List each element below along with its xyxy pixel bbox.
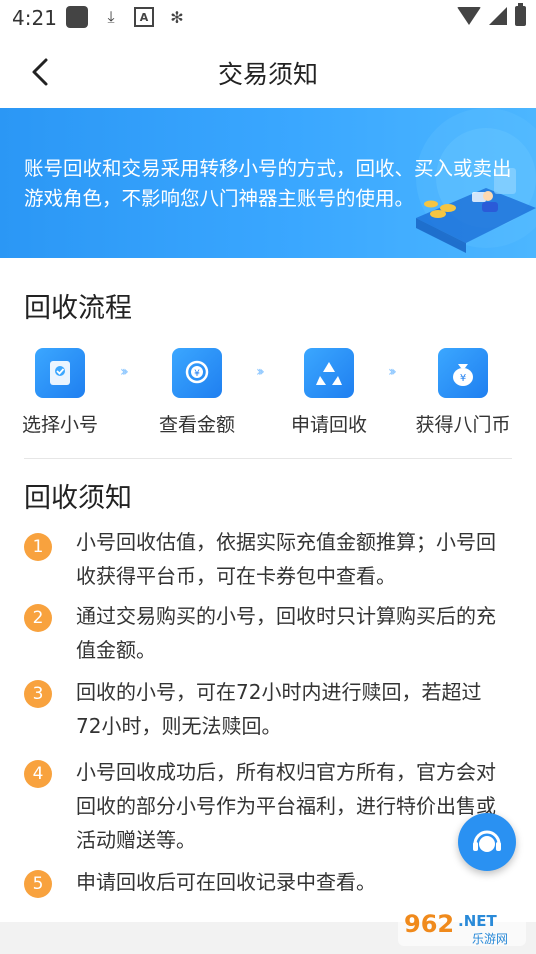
info-banner: 账号回收和交易采用转移小号的方式，回收、买入或卖出游戏角色，不影响您八门神器主账…: [0, 108, 536, 258]
svg-text:962: 962: [404, 910, 454, 938]
arrow-right-icon: ›››: [120, 364, 129, 380]
battery-icon: [515, 3, 526, 26]
arrow-right-icon: ›››: [256, 364, 265, 380]
headset-icon: [473, 830, 501, 852]
svg-text:¥: ¥: [460, 373, 466, 384]
divider: [24, 458, 512, 459]
nav-bar: 交易须知: [0, 36, 536, 108]
notification-square-icon: [66, 6, 88, 28]
money-bag-icon: ¥: [438, 348, 488, 398]
status-bar: 4:21 ⤓ A ✻: [0, 0, 536, 36]
notice-text: 回收的小号，可在72小时内进行赎回，若超过72小时，则无法赎回。: [76, 680, 482, 738]
notice-section-title: 回收须知: [24, 483, 132, 514]
account-card-icon: [35, 348, 85, 398]
flow-step-apply-recycle[interactable]: 申请回收: [264, 340, 394, 437]
flow-step-select-account[interactable]: 选择小号: [0, 340, 125, 437]
number-badge: 1: [24, 533, 52, 561]
number-badge: 3: [24, 680, 52, 708]
flow-step-check-amount[interactable]: ¥ 查看金额: [132, 340, 262, 437]
wifi-icon: [457, 7, 481, 25]
notice-text: 小号回收成功后，所有权归官方所有，官方会对回收的部分小号作为平台福利，进行特价出…: [76, 760, 496, 852]
flow-section-title: 回收流程: [24, 293, 132, 324]
coin-search-icon: ¥: [172, 348, 222, 398]
watermark-logo: 962 .NET 乐游网: [398, 908, 526, 946]
svg-text:乐游网: 乐游网: [472, 932, 508, 946]
signal-icon: [489, 7, 507, 25]
notice-text: 小号回收估值，依据实际充值金额推算；小号回收获得平台币，可在卡券包中查看。: [76, 530, 496, 588]
page-title: 交易须知: [217, 60, 318, 89]
flow-step-get-coins[interactable]: ¥ 获得八门币: [398, 340, 528, 437]
notice-text: 申请回收后可在回收记录中查看。: [76, 870, 376, 894]
bug-icon: ✻: [170, 7, 184, 27]
flow-step-label: 获得八门币: [415, 414, 511, 436]
status-icons-left: ⤓ A ✻: [66, 6, 188, 28]
svg-text:¥: ¥: [194, 369, 200, 379]
recycle-icon: [304, 348, 354, 398]
download-icon: ⤓: [107, 7, 115, 26]
flow-step-label: 选择小号: [21, 414, 98, 436]
svg-text:.NET: .NET: [458, 912, 497, 930]
customer-service-button[interactable]: [458, 813, 516, 871]
flow-step-label: 查看金额: [158, 414, 235, 436]
banner-text: 账号回收和交易采用转移小号的方式，回收、买入或卖出游戏角色，不影响您八门神器主账…: [24, 157, 512, 210]
number-badge: 2: [24, 604, 52, 632]
recycle-flow: 选择小号 ››› ¥ 查看金额 ››› 申请回收 ››› ¥ 获得八门币: [0, 340, 536, 450]
font-a-icon: A: [134, 7, 154, 27]
notice-text: 通过交易购买的小号，回收时只计算购买后的充值金额。: [76, 604, 496, 662]
flow-step-label: 申请回收: [290, 414, 367, 436]
number-badge: 5: [24, 870, 52, 898]
status-time: 4:21: [12, 6, 57, 30]
number-badge: 4: [24, 760, 52, 788]
arrow-right-icon: ›››: [388, 364, 397, 380]
status-icons-right: [457, 3, 526, 26]
